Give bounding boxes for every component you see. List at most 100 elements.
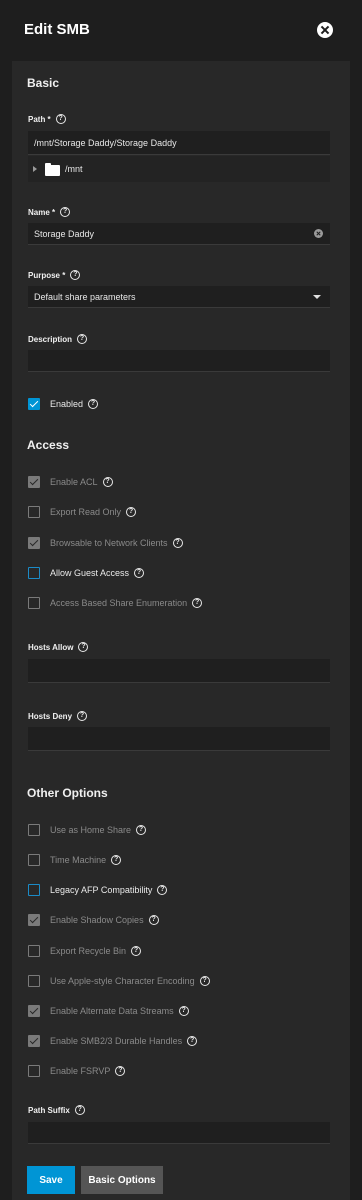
checkbox[interactable] <box>28 884 40 896</box>
expand-arrow-icon[interactable] <box>33 166 37 172</box>
checkbox-label: Export Recycle Bin <box>50 946 127 956</box>
checkbox[interactable] <box>28 597 40 609</box>
checkbox-label: Time Machine <box>50 855 107 865</box>
access-item-abse[interactable]: Access Based Share Enumeration ? <box>28 596 203 610</box>
checkbox[interactable] <box>28 975 40 987</box>
help-icon[interactable]: ? <box>136 825 147 835</box>
checkbox[interactable] <box>28 854 40 866</box>
access-item-browsable[interactable]: Browsable to Network Clients ? <box>28 536 183 550</box>
other-item-apple-encoding[interactable]: Use Apple-style Character Encoding ? <box>28 974 210 988</box>
enabled-checkbox-row[interactable]: Enabled ? <box>28 397 99 411</box>
other-item-fsrvp[interactable]: Enable FSRVP ? <box>28 1064 126 1078</box>
checkbox-label: Access Based Share Enumeration <box>50 598 188 608</box>
name-input[interactable]: Storage Daddy <box>28 223 330 245</box>
name-value: Storage Daddy <box>34 229 95 239</box>
enabled-checkbox[interactable] <box>28 398 40 410</box>
help-icon[interactable]: ? <box>60 207 71 217</box>
help-icon[interactable]: ? <box>102 477 113 487</box>
description-label: Description <box>28 334 73 344</box>
help-icon[interactable]: ? <box>192 598 203 608</box>
checkbox-label: Use Apple-style Character Encoding <box>50 976 195 986</box>
help-icon[interactable]: ? <box>172 538 183 548</box>
purpose-label-row: Purpose * ? <box>28 270 81 280</box>
access-item-export-read-only[interactable]: Export Read Only ? <box>28 505 137 519</box>
name-label-row: Name * ? <box>28 207 71 217</box>
other-item-recycle-bin[interactable]: Export Recycle Bin ? <box>28 944 142 958</box>
help-icon[interactable]: ? <box>111 855 122 865</box>
access-item-allow-guest[interactable]: Allow Guest Access ? <box>28 566 145 580</box>
description-input[interactable] <box>28 350 330 372</box>
other-item-time-machine[interactable]: Time Machine ? <box>28 853 122 867</box>
tree-node-mnt[interactable]: /mnt <box>65 164 83 174</box>
checkbox-label: Use as Home Share <box>50 825 132 835</box>
chevron-down-icon <box>313 295 321 299</box>
help-icon[interactable]: ? <box>126 507 137 517</box>
path-suffix-label-row: Path Suffix ? <box>28 1105 85 1115</box>
path-tree[interactable]: /mnt <box>28 156 330 182</box>
help-icon[interactable]: ? <box>77 711 88 721</box>
help-icon[interactable]: ? <box>131 946 142 956</box>
basic-options-button[interactable]: Basic Options <box>81 1166 163 1194</box>
section-title-basic: Basic <box>27 76 60 90</box>
checkbox[interactable] <box>28 1005 40 1017</box>
other-item-legacy-afp[interactable]: Legacy AFP Compatibility ? <box>28 883 168 897</box>
checkbox-label: Enable Alternate Data Streams <box>50 1006 174 1016</box>
checkbox-label: Enable FSRVP <box>50 1066 111 1076</box>
save-button[interactable]: Save <box>27 1166 75 1194</box>
help-icon[interactable]: ? <box>115 1066 126 1076</box>
checkbox[interactable] <box>28 506 40 518</box>
purpose-value: Default share parameters <box>34 292 136 302</box>
help-icon[interactable]: ? <box>187 1036 198 1046</box>
purpose-select[interactable]: Default share parameters <box>28 286 330 308</box>
folder-icon <box>45 163 60 176</box>
path-value: /mnt/Storage Daddy/Storage Daddy <box>34 138 177 148</box>
help-icon[interactable]: ? <box>178 1006 189 1016</box>
help-icon[interactable]: ? <box>157 885 168 895</box>
page-title: Edit SMB <box>24 21 90 38</box>
path-suffix-label: Path Suffix <box>28 1105 70 1115</box>
close-icon[interactable] <box>317 22 333 38</box>
name-label: Name * <box>28 207 56 217</box>
access-item-enable-acl[interactable]: Enable ACL ? <box>28 475 113 489</box>
other-item-shadow-copies[interactable]: Enable Shadow Copies ? <box>28 913 159 927</box>
help-icon[interactable]: ? <box>55 114 66 124</box>
checkbox[interactable] <box>28 1065 40 1077</box>
help-icon[interactable]: ? <box>199 976 210 986</box>
other-item-alt-streams[interactable]: Enable Alternate Data Streams ? <box>28 1004 189 1018</box>
checkbox-label: Allow Guest Access <box>50 568 130 578</box>
clear-icon[interactable] <box>314 229 323 238</box>
checkbox[interactable] <box>28 476 40 488</box>
section-title-access: Access <box>27 438 70 452</box>
checkbox[interactable] <box>28 914 40 926</box>
path-label-row: Path * ? <box>28 114 66 124</box>
other-item-durable-handles[interactable]: Enable SMB2/3 Durable Handles ? <box>28 1034 198 1048</box>
checkbox-label: Browsable to Network Clients <box>50 538 168 548</box>
checkbox[interactable] <box>28 945 40 957</box>
checkbox[interactable] <box>28 537 40 549</box>
help-icon[interactable]: ? <box>134 568 145 578</box>
checkbox[interactable] <box>28 567 40 579</box>
hosts-allow-label: Hosts Allow <box>28 642 74 652</box>
purpose-label: Purpose * <box>28 270 66 280</box>
path-suffix-input[interactable] <box>28 1122 330 1144</box>
enabled-label: Enabled <box>50 399 84 409</box>
checkbox[interactable] <box>28 1035 40 1047</box>
path-input[interactable]: /mnt/Storage Daddy/Storage Daddy <box>28 131 330 155</box>
help-icon[interactable]: ? <box>78 642 89 652</box>
section-title-other-options: Other Options <box>27 786 108 800</box>
other-item-home-share[interactable]: Use as Home Share ? <box>28 823 147 837</box>
hosts-deny-input[interactable] <box>28 727 330 751</box>
help-icon[interactable]: ? <box>88 399 99 409</box>
help-icon[interactable]: ? <box>70 270 81 280</box>
hosts-allow-label-row: Hosts Allow ? <box>28 642 89 652</box>
help-icon[interactable]: ? <box>74 1105 85 1115</box>
hosts-allow-input[interactable] <box>28 659 330 683</box>
checkbox[interactable] <box>28 824 40 836</box>
help-icon[interactable]: ? <box>148 915 159 925</box>
help-icon[interactable]: ? <box>77 334 88 344</box>
checkbox-label: Export Read Only <box>50 507 122 517</box>
path-label: Path * <box>28 114 51 124</box>
checkbox-label: Enable ACL <box>50 477 98 487</box>
description-label-row: Description ? <box>28 334 88 344</box>
checkbox-label: Enable Shadow Copies <box>50 915 144 925</box>
